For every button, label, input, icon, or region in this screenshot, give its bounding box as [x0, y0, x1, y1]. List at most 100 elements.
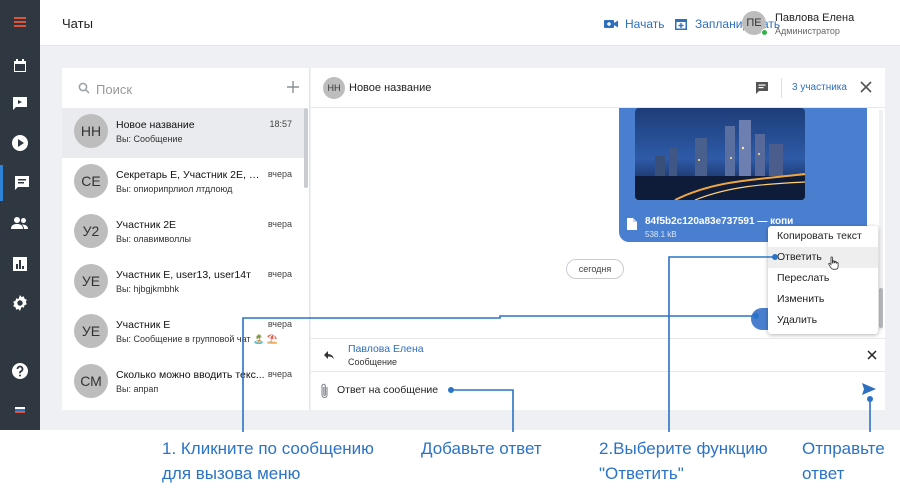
attached-photo[interactable] [635, 108, 805, 200]
date-separator: сегодня [566, 259, 624, 279]
user-name[interactable]: Павлова Елена [775, 12, 854, 24]
rail-item-video[interactable] [0, 85, 40, 121]
online-status-dot [761, 29, 768, 36]
flag-icon [15, 407, 25, 413]
rail-item-language[interactable] [0, 392, 40, 428]
annotation-add-reply: Добавьте ответ [421, 439, 542, 458]
send-icon[interactable] [861, 381, 877, 397]
chat-list-item[interactable]: УЕ Участник Е вчера Вы: Сообщение в груп… [62, 308, 304, 358]
chat-avatar: СЕ [74, 164, 108, 198]
chat-name: Секретарь Е, Участник 2Е, Участник ... [116, 169, 266, 181]
schedule-label: Запланировать [695, 17, 781, 31]
chat-time: 18:57 [269, 119, 292, 129]
chat-preview: Вы: Сообщение [116, 134, 183, 144]
annotation-send-line-1: Отправьте [802, 439, 885, 458]
calendar-icon [14, 59, 26, 72]
annotation-step-1-line-1: 1. Кликните по сообщению [162, 439, 374, 458]
hand-cursor-icon [828, 256, 839, 270]
annotation-send-line-2: ответ [802, 464, 845, 483]
menu-icon [14, 17, 26, 27]
gear-icon [13, 295, 27, 311]
chat-header: НН Новое название 3 участника [311, 68, 885, 108]
chart-icon [13, 257, 27, 271]
annotation-send: Отправьте ответ [802, 436, 885, 486]
chat-list-item[interactable]: СМ Сколько можно вводить текс... вчера В… [62, 358, 304, 408]
chat-name: Сколько можно вводить текс... [116, 369, 265, 381]
chat-time: вчера [267, 169, 292, 179]
annotation-step-2-line-1: 2.Выберите функцию [599, 439, 768, 458]
help-icon [12, 363, 28, 379]
rail-item-help[interactable] [0, 353, 40, 389]
menu-item-delete[interactable]: Удалить [768, 310, 878, 331]
chat-scrollbar-thumb[interactable] [879, 288, 883, 328]
chat-avatar: УЕ [74, 264, 108, 298]
chat-preview: Вы: опиорипрлиол лтдлоюд [116, 184, 233, 194]
chat-list-scrollbar[interactable] [304, 108, 308, 188]
cancel-reply-icon[interactable] [867, 350, 877, 360]
rail-item-people[interactable] [0, 205, 40, 241]
calendar-plus-icon [675, 19, 687, 30]
top-bar: Чаты Начать Запланировать [40, 0, 900, 46]
menu-item-forward[interactable]: Переслать [768, 268, 878, 289]
chat-title: Новое название [349, 82, 432, 94]
start-call-button[interactable]: Начать [603, 15, 665, 33]
chat-list-item[interactable]: СЕ Секретарь Е, Участник 2Е, Участник ..… [62, 158, 304, 208]
chat-time: вчера [267, 369, 292, 379]
rail-item-stats[interactable] [0, 246, 40, 282]
reply-quoted-text: Сообщение [348, 357, 397, 367]
rail-item-settings[interactable] [0, 285, 40, 321]
menu-item-reply[interactable]: Ответить [768, 247, 878, 268]
chat-preview: Вы: олавимволлы [116, 234, 191, 244]
start-call-label: Начать [625, 17, 665, 31]
rail-item-play[interactable] [0, 125, 40, 161]
header-divider [781, 78, 782, 98]
reply-author: Павлова Елена [348, 343, 424, 355]
video-icon [13, 97, 27, 110]
annotation-step-2-line-2: "Ответить" [599, 464, 684, 483]
file-size: 538.1 kB [645, 230, 677, 239]
annotation-step-2: 2.Выберите функцию "Ответить" [599, 436, 768, 486]
chat-preview: Вы: Сообщение в групповой чат 🏝️ ⛱️ [116, 334, 278, 344]
chat-icon [14, 176, 29, 190]
add-chat-icon[interactable] [284, 78, 302, 96]
menu-item-edit[interactable]: Изменить [768, 289, 878, 310]
chat-avatar: У2 [74, 214, 108, 248]
chat-panel: НН Новое название 3 участника 84f5b2c120… [311, 68, 885, 410]
chat-avatar: СМ [74, 364, 108, 398]
page-title: Чаты [62, 16, 93, 31]
rail-item-chats[interactable] [0, 165, 40, 201]
video-camera-icon [604, 20, 618, 28]
chat-avatar: НН [74, 114, 108, 148]
chat-avatar: УЕ [74, 314, 108, 348]
rail-item-calendar[interactable] [0, 48, 40, 84]
menu-item-copy-text[interactable]: Копировать текст [768, 226, 878, 247]
chat-time: вчера [267, 219, 292, 229]
message-icon[interactable] [755, 81, 769, 95]
chat-list-item[interactable]: У2 Участник 2Е вчера Вы: олавимволлы [62, 208, 304, 258]
participants-link[interactable]: 3 участника [792, 82, 847, 93]
search-input[interactable] [96, 79, 266, 99]
message-bubble[interactable]: 84f5b2c120a83e737591 — копи... 538.1 kB [619, 108, 867, 242]
annotation-step-1: 1. Кликните по сообщению для вызова меню [162, 436, 374, 486]
chat-name: Участник Е, user13, user14т [116, 269, 251, 281]
chat-list-item[interactable]: УЕ Участник Е, user13, user14т вчера Вы:… [62, 258, 304, 308]
file-icon [627, 218, 637, 230]
people-icon [11, 217, 28, 229]
paperclip-icon[interactable] [319, 382, 331, 400]
close-icon[interactable] [859, 80, 873, 94]
message-input[interactable] [337, 380, 817, 400]
chat-list-item[interactable]: НН Новое название 18:57 Вы: Сообщение [62, 108, 304, 158]
annotation-step-1-line-2: для вызова меню [162, 464, 301, 483]
chat-header-avatar: НН [323, 77, 345, 99]
chat-preview: Вы: апрап [116, 384, 159, 394]
chat-name: Новое название [116, 119, 195, 131]
chat-time: вчера [267, 269, 292, 279]
menu-button[interactable] [0, 4, 40, 40]
reply-preview: Павлова Елена Сообщение [311, 338, 885, 372]
chat-list-panel: НН Новое название 18:57 Вы: Сообщение СЕ… [62, 68, 310, 410]
chat-preview: Вы: hjbgjkmbhk [116, 284, 179, 294]
left-rail [0, 0, 40, 430]
context-menu: Копировать текст Ответить Переслать Изме… [768, 226, 878, 334]
reply-arrow-icon [324, 351, 334, 360]
chat-time: вчера [267, 319, 292, 329]
